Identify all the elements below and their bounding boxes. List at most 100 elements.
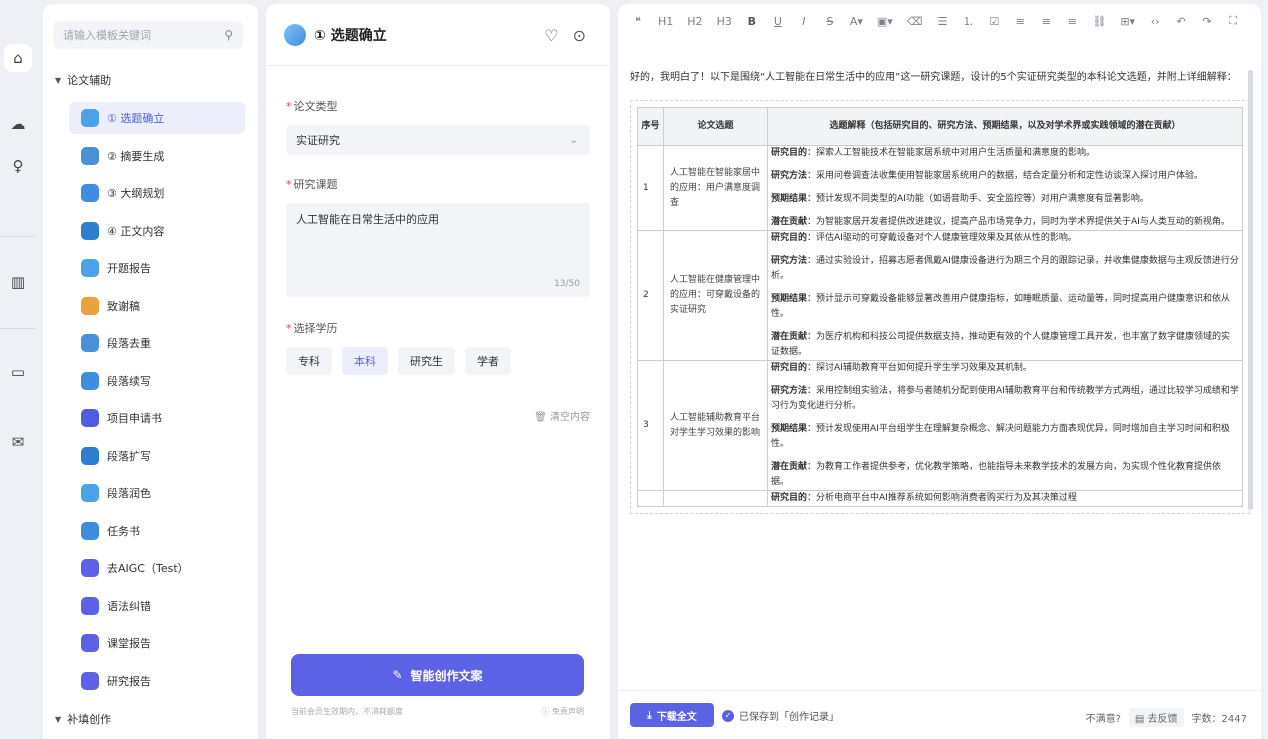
link-icon[interactable]: ⛓ bbox=[1092, 10, 1106, 32]
topic-textarea[interactable]: 人工智能在日常生活中的应用 13/50 bbox=[286, 203, 590, 297]
topic-value: 人工智能在日常生活中的应用 bbox=[296, 213, 439, 226]
degree-chip[interactable]: 学者 bbox=[465, 347, 511, 375]
table-icon[interactable]: ⊞▾ bbox=[1120, 10, 1135, 32]
caret-down-icon: ▼ bbox=[55, 75, 62, 85]
template-item[interactable]: 项目申请书 bbox=[69, 402, 245, 434]
align-right-icon[interactable]: ≡ bbox=[1066, 10, 1078, 32]
editor-content[interactable]: 好的，我明白了！以下是围绕“人工智能在日常生活中的应用”这一研究课题，设计的5个… bbox=[630, 70, 1250, 690]
template-item[interactable]: 开题报告 bbox=[69, 252, 245, 284]
template-sidebar: ⚲ ▼ 论文辅助 ① 选题确立 ② 摘要生成 ③ 大纲规划 ④ 正文内容开题报告致谢稿… bbox=[43, 4, 258, 739]
search-icon[interactable]: ⚲ bbox=[224, 28, 233, 42]
template-item[interactable]: 去AIGC（Test） bbox=[69, 552, 245, 584]
generate-button[interactable]: ✎ 智能创作文案 bbox=[291, 654, 584, 696]
code-icon[interactable]: ‹› bbox=[1149, 10, 1161, 32]
explanation-text: ：为医疗机构和科技公司提供数据支持，推动更有效的个人健康管理工具开发，也丰富了数… bbox=[771, 332, 1231, 357]
underline-icon[interactable]: U bbox=[772, 10, 784, 32]
strikethrough-icon[interactable]: S bbox=[824, 10, 836, 32]
task-list-icon[interactable]: ☑ bbox=[988, 10, 1000, 32]
feedback-label: 去反馈 bbox=[1147, 714, 1178, 725]
redo-icon[interactable]: ↷ bbox=[1201, 10, 1213, 32]
group-supplement[interactable]: ▼ 补填创作 bbox=[55, 711, 111, 727]
type-label: * 论文类型 bbox=[286, 100, 338, 113]
template-item-icon bbox=[81, 521, 99, 540]
home-icon[interactable]: ⌂ bbox=[4, 44, 32, 72]
fullscreen-icon[interactable]: ⛶ bbox=[1227, 10, 1239, 32]
editor-scrollbar[interactable] bbox=[1248, 70, 1253, 510]
highlight-icon[interactable]: ▣▾ bbox=[877, 10, 893, 32]
explanation-key: 研究目的 bbox=[771, 363, 808, 373]
degree-chip[interactable]: 研究生 bbox=[398, 347, 455, 375]
heading3-icon[interactable]: H3 bbox=[717, 10, 732, 32]
template-item-label: 任务书 bbox=[107, 524, 140, 538]
lightbulb-icon[interactable]: ♀ bbox=[4, 152, 32, 180]
search-input[interactable] bbox=[53, 21, 213, 49]
template-item-icon bbox=[81, 334, 99, 352]
align-center-icon[interactable]: ≡ bbox=[1040, 10, 1052, 32]
left-rail: ⌂ ☁ ♀ ▥ ▭ ✉ bbox=[0, 0, 36, 739]
template-item-icon bbox=[81, 409, 99, 427]
explanation-key: 研究方法 bbox=[771, 171, 808, 181]
check-circle-icon[interactable]: ⊙ bbox=[573, 26, 586, 45]
type-select[interactable]: 实证研究 ⌄ bbox=[286, 125, 590, 155]
template-item[interactable]: 研究报告 bbox=[69, 665, 245, 697]
heading1-icon[interactable]: H1 bbox=[658, 10, 673, 32]
template-item[interactable]: 段落扩写 bbox=[69, 440, 245, 472]
italic-icon[interactable]: I bbox=[798, 10, 810, 32]
heading2-icon[interactable]: H2 bbox=[687, 10, 702, 32]
align-left-icon[interactable]: ≡ bbox=[1014, 10, 1026, 32]
template-item[interactable]: 任务书 bbox=[69, 515, 245, 547]
unsatisfied-label: 不满意? bbox=[1085, 714, 1121, 725]
quote-icon[interactable]: ❝ bbox=[632, 10, 644, 32]
ordered-list-icon[interactable]: ⒈ bbox=[962, 10, 974, 32]
group-paper-assist[interactable]: ▼ 论文辅助 bbox=[55, 72, 111, 88]
explanation-key: 潜在贡献 bbox=[771, 462, 808, 472]
group-label: 补填创作 bbox=[67, 713, 112, 726]
template-item-label: 研究报告 bbox=[107, 674, 151, 688]
template-item[interactable]: 段落去重 bbox=[69, 327, 245, 359]
template-item[interactable]: 语法纠错 bbox=[69, 590, 245, 622]
disclaimer-link[interactable]: ⓘ 免责声明 bbox=[541, 706, 584, 717]
form-title: ① 选题确立 bbox=[314, 27, 387, 44]
degree-label: * 选择学历 bbox=[286, 322, 338, 335]
template-item[interactable]: 课堂报告 bbox=[69, 627, 245, 659]
chat-icon[interactable]: ▭ bbox=[4, 358, 32, 386]
explanation-key: 研究目的 bbox=[771, 493, 808, 503]
template-item-icon bbox=[81, 296, 99, 315]
template-item[interactable]: ④ 正文内容 bbox=[69, 215, 245, 247]
mail-icon[interactable]: ✉ bbox=[4, 428, 32, 456]
favorite-icon[interactable]: ♡ bbox=[544, 26, 558, 45]
template-item-label: ④ 正文内容 bbox=[107, 224, 165, 238]
font-color-icon[interactable]: A▾ bbox=[850, 10, 863, 32]
feedback-button[interactable]: ▤ 去反馈 bbox=[1128, 708, 1184, 727]
download-button[interactable]: ⤓ 下载全文 bbox=[630, 703, 714, 727]
editor-panel: ❝ H1 H2 H3 B U I S A▾ ▣▾ ⌫ ☰ ⒈ ☑ ≡ ≡ ≡ ⛓ ⊞▾ ‹› ↶ ↷ ⛶ 好的，我明白了！以… bbox=[618, 4, 1261, 739]
bold-icon[interactable]: B bbox=[746, 10, 758, 32]
intro-text: 好的，我明白了！以下是围绕“人工智能在日常生活中的应用”这一研究课题，设计的5个… bbox=[630, 72, 1237, 83]
table-row: 1 人工智能在智能家居中的应用：用户满意度调查 研究目的：探索人工智能技术在智能家居… bbox=[637, 145, 1243, 231]
template-item[interactable]: ① 选题确立 bbox=[69, 102, 245, 134]
template-item[interactable]: 致谢稿 bbox=[69, 290, 245, 322]
cloud-icon[interactable]: ☁ bbox=[4, 110, 32, 138]
template-item[interactable]: 段落续写 bbox=[69, 365, 245, 397]
explanation-text: ：为教育工作者提供参考，优化教学策略，也能指导未来教学技术的发展方向，为实现个性… bbox=[771, 462, 1222, 487]
template-item[interactable]: 段落润色 bbox=[69, 477, 245, 509]
degree-chip[interactable]: 本科 bbox=[342, 347, 388, 375]
clear-content-button[interactable]: 🗑 清空内容 bbox=[534, 408, 590, 423]
explanation-text: ：采用问卷调查法收集使用智能家居系统用户的数据，结合定量分析和定性访谈深入探讨用… bbox=[807, 171, 1204, 181]
eraser-icon[interactable]: ⌫ bbox=[907, 10, 923, 32]
disclaimer-label: 免责声明 bbox=[552, 707, 584, 716]
bullet-list-icon[interactable]: ☰ bbox=[936, 10, 948, 32]
degree-chip[interactable]: 专科 bbox=[286, 347, 332, 375]
template-item-label: 段落扩写 bbox=[107, 449, 151, 463]
row-number: 3 bbox=[637, 360, 664, 491]
degree-options: 专科 本科 研究生 学者 bbox=[286, 347, 511, 375]
explanation-text: ：预计发现使用AI平台组学生在理解复杂概念、解决问题能力方面表现优异，同时增加自… bbox=[771, 424, 1230, 449]
template-item[interactable]: ② 摘要生成 bbox=[69, 140, 245, 172]
clear-label: 清空内容 bbox=[550, 412, 590, 423]
header-actions: ♡ ⊙ bbox=[544, 26, 586, 45]
template-item[interactable]: ③ 大纲规划 bbox=[69, 177, 245, 209]
explanation-text: ：评估AI驱动的可穿戴设备对个人健康管理效果及其依从性的影响。 bbox=[807, 233, 1077, 243]
book-icon[interactable]: ▥ bbox=[4, 268, 32, 296]
undo-icon[interactable]: ↶ bbox=[1175, 10, 1187, 32]
row-number bbox=[637, 490, 664, 507]
